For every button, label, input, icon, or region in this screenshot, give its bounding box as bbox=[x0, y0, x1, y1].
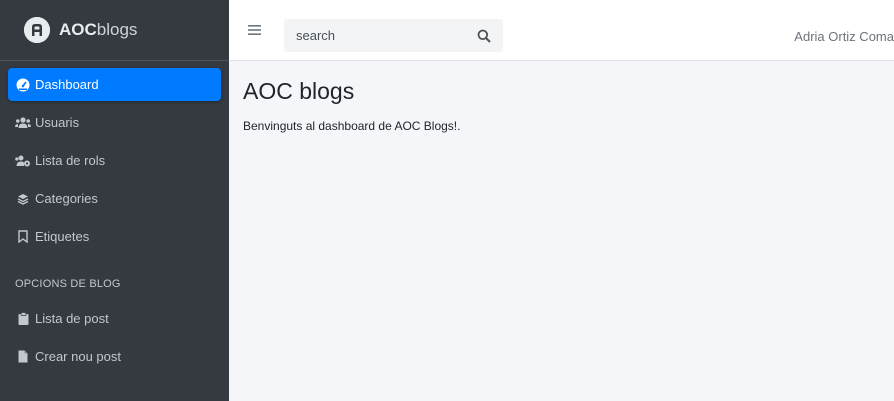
sidebar-item-label: Lista de post bbox=[35, 311, 109, 326]
page-title: AOC blogs bbox=[243, 78, 355, 104]
file-icon bbox=[15, 349, 31, 365]
users-cog-icon bbox=[15, 153, 31, 169]
user-menu[interactable]: Adria Ortiz Coma bbox=[794, 29, 894, 44]
search-box bbox=[284, 19, 503, 52]
bookmark-icon bbox=[15, 229, 31, 245]
menu-toggle-icon[interactable] bbox=[248, 23, 262, 37]
main-content: AOC blogs Benvinguts al dashboard de AOC… bbox=[229, 61, 894, 401]
search-icon[interactable] bbox=[477, 29, 491, 43]
brand-logo-icon bbox=[24, 17, 50, 43]
clipboard-icon bbox=[15, 311, 31, 327]
sidebar-item-label: Etiquetes bbox=[35, 229, 90, 244]
tachometer-icon bbox=[15, 77, 31, 93]
sidebar-item-usuaris[interactable]: Usuaris bbox=[8, 106, 221, 139]
sidebar-item-crear-nou-post[interactable]: Crear nou post bbox=[8, 340, 221, 373]
sidebar-section-header: OPCIONS DE BLOG bbox=[15, 278, 121, 290]
sidebar-item-label: Usuaris bbox=[35, 115, 80, 130]
sidebar-nav: Dashboard Usuaris Lista de rols Categori… bbox=[0, 61, 229, 373]
top-navbar: Adria Ortiz Coma bbox=[229, 0, 894, 61]
brand-link[interactable]: AOCblogs bbox=[0, 0, 229, 61]
brand-text: AOCblogs bbox=[59, 20, 138, 39]
sidebar-item-lista-de-rols[interactable]: Lista de rols bbox=[8, 144, 221, 177]
welcome-text: Benvinguts al dashboard de AOC Blogs!. bbox=[243, 119, 461, 133]
sidebar-item-categories[interactable]: Categories bbox=[8, 182, 221, 215]
sidebar-item-etiquetes[interactable]: Etiquetes bbox=[8, 220, 221, 253]
sidebar-item-dashboard[interactable]: Dashboard bbox=[8, 68, 221, 101]
layers-icon bbox=[15, 191, 31, 207]
sidebar: AOCblogs Dashboard Usuaris Lista de rols… bbox=[0, 0, 229, 401]
sidebar-item-lista-de-post[interactable]: Lista de post bbox=[8, 302, 221, 335]
users-icon bbox=[15, 115, 31, 131]
sidebar-item-label: Categories bbox=[35, 191, 98, 206]
search-input[interactable] bbox=[284, 19, 464, 52]
sidebar-item-label: Lista de rols bbox=[35, 153, 106, 168]
sidebar-item-label: Dashboard bbox=[35, 77, 99, 92]
sidebar-item-label: Crear nou post bbox=[35, 349, 121, 364]
